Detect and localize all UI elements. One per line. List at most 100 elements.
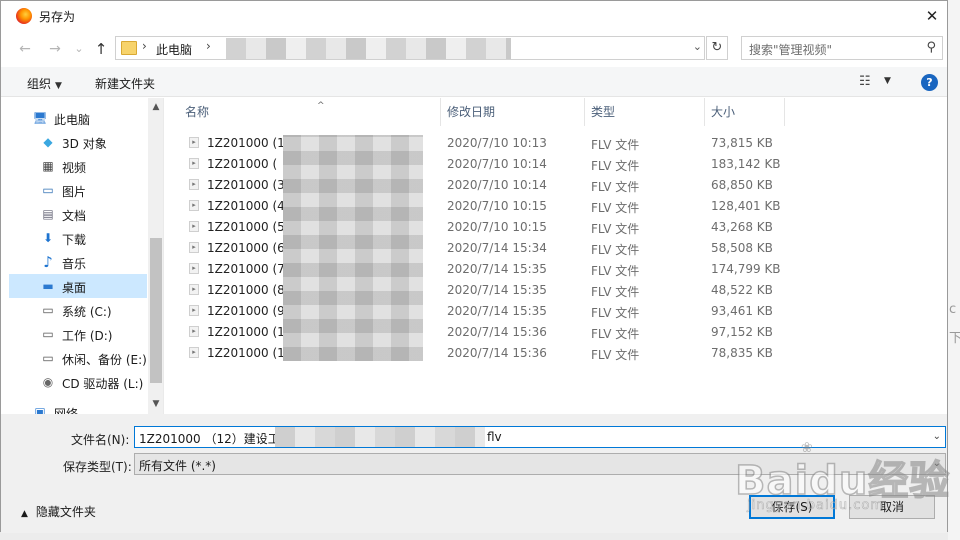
- help-icon[interactable]: ?: [921, 74, 938, 91]
- sidebar-item-videos[interactable]: ▦ 视频: [9, 154, 147, 178]
- file-type: FLV 文件: [591, 222, 640, 236]
- file-type: FLV 文件: [591, 138, 640, 152]
- file-row[interactable]: ▸ 1Z201000 (1 2020/7/14 15:36 FLV 文件 97,152 …: [185, 321, 785, 342]
- chevron-down-icon[interactable]: ⌄: [693, 40, 702, 53]
- cd-drive-icon: ◉: [42, 375, 54, 389]
- file-row[interactable]: ▸ 1Z201000 (1 2020/7/10 10:13 FLV 文件 73,815 …: [185, 132, 785, 153]
- file-modified: 2020/7/14 15:36: [447, 346, 547, 360]
- refresh-icon[interactable]: ↻: [706, 36, 728, 60]
- breadcrumb-separator: ›: [206, 39, 211, 53]
- file-row[interactable]: ▸ 1Z201000 (9 2020/7/14 15:35 FLV 文件 93,461 …: [185, 300, 785, 321]
- sidebar-item-label: 网络: [54, 407, 79, 414]
- file-name: 1Z201000 (7): [207, 262, 290, 276]
- file-name: 1Z201000 (1: [207, 346, 285, 360]
- column-header-type[interactable]: 类型: [585, 98, 705, 126]
- view-options-icon[interactable]: ☷: [859, 74, 871, 89]
- sidebar-item-drive-c[interactable]: ▭ 系统 (C:): [9, 298, 147, 322]
- search-input[interactable]: 搜索"管理视频" ⚲: [741, 36, 943, 60]
- file-size: 183,142 KB: [711, 157, 781, 171]
- file-type: FLV 文件: [591, 327, 640, 341]
- document-icon: ▤: [42, 207, 54, 221]
- file-modified: 2020/7/14 15:35: [447, 262, 547, 276]
- search-placeholder: 搜索"管理视频": [749, 43, 833, 57]
- file-modified: 2020/7/14 15:34: [447, 241, 547, 255]
- file-icon: ▸: [189, 326, 199, 337]
- sidebar-item-drive-d[interactable]: ▭ 工作 (D:): [9, 322, 147, 346]
- column-header-name[interactable]: 名称 ^: [179, 98, 441, 126]
- file-size: 78,835 KB: [711, 346, 773, 360]
- hide-folders-label: 隐藏文件夹: [35, 505, 96, 519]
- baidu-watermark: Baidu经验 ❀ jingyan.baidu.com: [734, 440, 955, 520]
- blurred-file-names: [283, 135, 423, 361]
- sidebar-item-drive-e[interactable]: ▭ 休闲、备份 (E:): [9, 346, 147, 370]
- title-bar: 另存为 ✕: [1, 1, 947, 32]
- file-name: 1Z201000 (1: [207, 325, 285, 339]
- file-row[interactable]: ▸ 1Z201000 (3 2020/7/10 10:14 FLV 文件 68,850 …: [185, 174, 785, 195]
- file-icon: ▸: [189, 242, 199, 253]
- file-row[interactable]: ▸ 1Z201000 (2020/7/10 10:14 FLV 文件 183,142 …: [185, 153, 785, 174]
- file-name: 1Z201000 (: [207, 157, 278, 171]
- file-type: FLV 文件: [591, 306, 640, 320]
- caret-down-icon[interactable]: ▼: [884, 76, 891, 86]
- sidebar-item-documents[interactable]: ▤ 文档: [9, 202, 147, 226]
- scrollbar-thumb[interactable]: [150, 238, 162, 383]
- music-icon: ♪: [43, 253, 53, 271]
- sidebar-item-label: 休闲、备份 (E:): [62, 353, 147, 367]
- forward-arrow-icon[interactable]: →: [45, 39, 65, 59]
- back-arrow-icon[interactable]: ←: [15, 39, 35, 59]
- address-bar[interactable]: › 此电脑 › ⌄: [115, 36, 705, 60]
- file-modified: 2020/7/10 10:14: [447, 178, 547, 192]
- sidebar-item-pictures[interactable]: ▭ 图片: [9, 178, 147, 202]
- file-icon: ▸: [189, 221, 199, 232]
- sidebar-item-music[interactable]: ♪ 音乐: [9, 250, 147, 274]
- file-name: 1Z201000 (3: [207, 178, 285, 192]
- file-name: 1Z201000 (9: [207, 304, 285, 318]
- file-icon: ▸: [189, 179, 199, 190]
- file-row[interactable]: ▸ 1Z201000 (4, 2020/7/10 10:15 FLV 文件 128,40…: [185, 195, 785, 216]
- sidebar-item-label: 文档: [62, 209, 87, 223]
- breadcrumb-root[interactable]: 此电脑: [156, 41, 192, 58]
- file-name: 1Z201000 (6): [207, 241, 290, 255]
- file-icon: ▸: [189, 305, 199, 316]
- file-name: 1Z201000 (1: [207, 136, 285, 150]
- scroll-up-icon[interactable]: ▲: [148, 102, 163, 112]
- up-arrow-icon[interactable]: ↑: [91, 39, 111, 59]
- sidebar-item-cd-drive[interactable]: ◉ CD 驱动器 (L:): [9, 370, 147, 394]
- file-icon: ▸: [189, 158, 199, 169]
- sidebar-item-this-pc[interactable]: 🖥 此电脑: [9, 106, 147, 130]
- new-folder-button[interactable]: 新建文件夹: [95, 75, 155, 92]
- close-button[interactable]: ✕: [917, 1, 947, 31]
- sidebar-item-network[interactable]: ▣ 网络: [9, 400, 147, 414]
- sidebar-item-downloads[interactable]: ⬇ 下载: [9, 226, 147, 250]
- file-type: FLV 文件: [591, 285, 640, 299]
- hide-folders-toggle[interactable]: ▲ 隐藏文件夹: [21, 503, 96, 520]
- file-icon: ▸: [189, 137, 199, 148]
- sidebar-item-3d-objects[interactable]: ◆ 3D 对象: [9, 130, 147, 154]
- file-row[interactable]: ▸ 1Z201000 (6) 2020/7/14 15:34 FLV 文件 58,508…: [185, 237, 785, 258]
- file-size: 174,799 KB: [711, 262, 781, 276]
- scroll-down-icon[interactable]: ▼: [148, 399, 163, 409]
- file-type: FLV 文件: [591, 201, 640, 215]
- column-header-modified[interactable]: 修改日期: [441, 98, 585, 126]
- sidebar-item-desktop[interactable]: ▬ 桌面: [9, 274, 147, 298]
- file-row[interactable]: ▸ 1Z201000 (1 2020/7/14 15:36 FLV 文件 78,835 …: [185, 342, 785, 363]
- file-size: 58,508 KB: [711, 241, 773, 255]
- file-type: FLV 文件: [591, 264, 640, 278]
- file-type: FLV 文件: [591, 180, 640, 194]
- sidebar-item-label: 此电脑: [54, 113, 91, 127]
- firefox-icon: [16, 8, 32, 24]
- sort-ascending-icon: ^: [317, 101, 325, 111]
- recent-locations-icon[interactable]: ⌄: [69, 39, 89, 59]
- organize-menu[interactable]: 组织 ▼: [27, 75, 62, 92]
- file-row[interactable]: ▸ 1Z201000 (8) 2020/7/14 15:35 FLV 文件 48,522…: [185, 279, 785, 300]
- cube-icon: ◆: [43, 135, 53, 149]
- picture-icon: ▭: [42, 183, 54, 197]
- paw-icon: ❀: [801, 440, 813, 456]
- window-title: 另存为: [39, 10, 76, 24]
- file-row[interactable]: ▸ 1Z201000 (7) 2020/7/14 15:35 FLV 文件 174,79…: [185, 258, 785, 279]
- sidebar-scrollbar[interactable]: ▲ ▼: [148, 98, 163, 414]
- file-row[interactable]: ▸ 1Z201000 (5) 2020/7/10 10:15 FLV 文件 43,268…: [185, 216, 785, 237]
- column-header-size[interactable]: 大小: [705, 98, 785, 126]
- file-name: 1Z201000 (8): [207, 283, 290, 297]
- sidebar-item-label: 视频: [62, 161, 87, 175]
